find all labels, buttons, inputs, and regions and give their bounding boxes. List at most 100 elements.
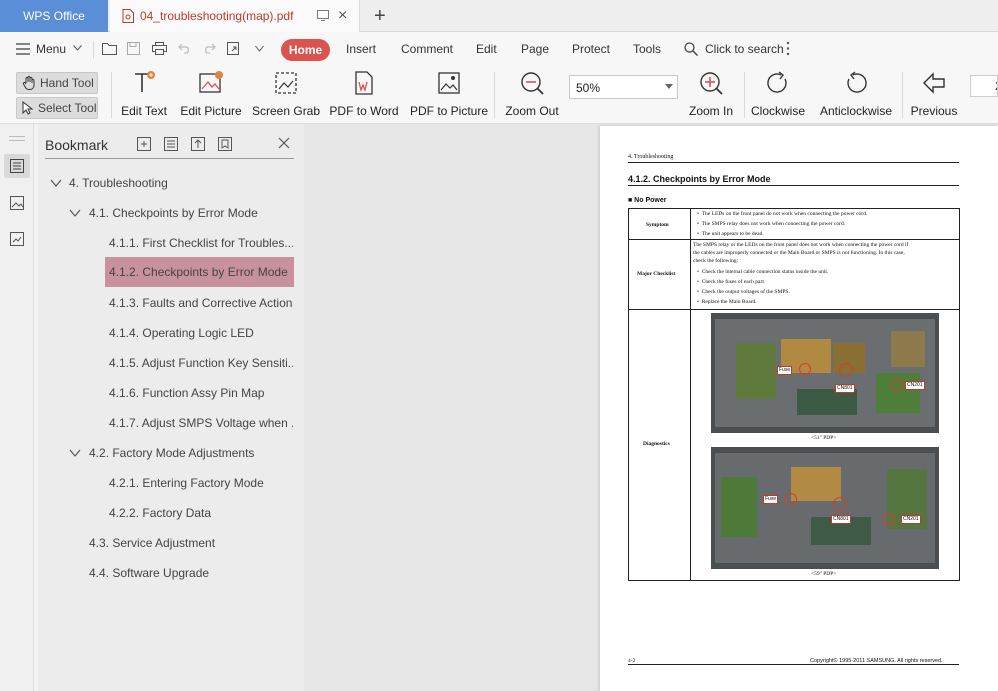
- bookmark-item[interactable]: 4.4. Software Upgrade: [89, 558, 294, 588]
- document-tab[interactable]: 04_troubleshooting(map).pdf ×: [110, 0, 360, 32]
- diagnostics-photo-51: Fuse CN801 CN201: [711, 313, 939, 433]
- document-tab-title: 04_troubleshooting(map).pdf: [140, 9, 294, 23]
- edit-text-icon: [135, 71, 155, 92]
- footer-rule: [628, 664, 959, 665]
- close-tab-icon[interactable]: ×: [338, 8, 347, 24]
- tab-protect[interactable]: Protect: [572, 42, 610, 56]
- edit-picture-label: Edit Picture: [180, 104, 242, 118]
- bookmark-item[interactable]: 4.1.5. Adjust Function Key Sensiti...: [109, 348, 293, 378]
- undo-icon[interactable]: [178, 43, 192, 54]
- new-tab-icon[interactable]: +: [374, 6, 386, 26]
- bookmark-item-selected[interactable]: 4.1.2. Checkpoints by Error Mode: [105, 257, 294, 287]
- checklist-item: • Check the output voltages of the SMPS.: [697, 289, 790, 295]
- menu-button[interactable]: Menu: [36, 42, 66, 56]
- bookmark-item[interactable]: 4.2.1. Entering Factory Mode: [109, 468, 293, 498]
- bookmark-item[interactable]: 4.1.1. First Checklist for Troubles...: [109, 228, 293, 258]
- collapse-bookmarks-icon[interactable]: [163, 136, 179, 152]
- bookmark-item[interactable]: 4.1. Checkpoints by Error Mode: [89, 198, 294, 228]
- document-viewport[interactable]: 4. Troubleshooting 4.1.2. Checkpoints by…: [304, 124, 998, 691]
- edit-text-label: Edit Text: [121, 104, 167, 118]
- open-folder-icon[interactable]: [102, 42, 117, 55]
- anticlockwise-label: Anticlockwise: [819, 104, 893, 118]
- screen-grab-button[interactable]: Screen Grab: [252, 68, 320, 122]
- zoom-in-button[interactable]: Zoom In: [685, 68, 737, 122]
- pdf-file-icon: [122, 9, 134, 23]
- collapse-chevron-icon[interactable]: [69, 207, 81, 219]
- bookmark-item[interactable]: 4.2. Factory Mode Adjustments: [89, 438, 294, 468]
- rotate-clockwise-button[interactable]: Clockwise: [750, 68, 806, 122]
- chevron-down-icon[interactable]: [73, 45, 82, 51]
- ribbon-toolbar: Hand Tool Select Tool Edit Text Edit Pic…: [0, 66, 998, 124]
- checklist-item: • Check the internal cable connection st…: [697, 269, 829, 275]
- quick-access-dropdown-icon[interactable]: [255, 45, 264, 52]
- search-icon[interactable]: [684, 42, 698, 56]
- edit-picture-button[interactable]: Edit Picture: [178, 68, 244, 122]
- export-pdf-icon[interactable]: [227, 42, 242, 56]
- search-box[interactable]: Click to search: [705, 42, 784, 56]
- photo-caption: <51" PDP>: [811, 435, 837, 441]
- tab-edit[interactable]: Edit: [476, 42, 497, 56]
- edit-text-button[interactable]: Edit Text: [118, 68, 170, 122]
- hand-tool-button[interactable]: Hand Tool: [16, 72, 98, 94]
- bookmark-item[interactable]: 4.3. Service Adjustment: [89, 528, 294, 558]
- bookmark-panel-toggle[interactable]: [4, 154, 30, 178]
- checklist-intro: the cables are improperly connected or t…: [693, 250, 905, 256]
- screen-grab-label: Screen Grab: [252, 104, 321, 118]
- page-number-input[interactable]: 2: [970, 75, 998, 97]
- window-restore-icon[interactable]: [317, 10, 329, 21]
- close-panel-icon[interactable]: [278, 137, 290, 149]
- collapse-chevron-icon[interactable]: [50, 177, 62, 189]
- print-icon[interactable]: [152, 42, 167, 55]
- select-tool-button[interactable]: Select Tool: [16, 97, 98, 119]
- more-options-icon[interactable]: [786, 41, 790, 56]
- divider: [902, 72, 903, 118]
- tab-home[interactable]: Home: [281, 39, 330, 61]
- rotate-anticlockwise-button[interactable]: Anticlockwise: [816, 68, 896, 122]
- bookmark-panel: Bookmark 4. Troubleshooting 4.1. Checkpo…: [38, 124, 304, 691]
- section-title: 4.1.2. Checkpoints by Error Mode: [628, 174, 771, 184]
- tab-tools[interactable]: Tools: [633, 42, 661, 56]
- chevron-down-icon[interactable]: [665, 84, 673, 89]
- bookmark-item[interactable]: 4.1.3. Faults and Corrective Actions: [109, 288, 293, 318]
- hamburger-menu-icon[interactable]: [16, 43, 30, 55]
- pdf-to-word-icon: [355, 71, 373, 95]
- callout-label: CN801: [835, 384, 855, 393]
- divider: [744, 72, 745, 118]
- divider: [111, 72, 112, 118]
- pdf-to-word-button[interactable]: PDF to Word: [327, 68, 401, 122]
- table-divider: [690, 209, 691, 580]
- left-side-bar: [0, 124, 34, 691]
- thumbnail-image-icon[interactable]: [10, 196, 24, 210]
- edit-picture-icon: [199, 71, 223, 93]
- tab-insert[interactable]: Insert: [346, 42, 376, 56]
- previous-label: Previous: [910, 104, 958, 118]
- checklist-item: • Check the fuses of each part.: [697, 279, 766, 285]
- bookmark-item[interactable]: 4.1.6. Function Assy Pin Map: [109, 378, 293, 408]
- tab-page[interactable]: Page: [521, 42, 549, 56]
- symptom-label: Symptom: [646, 222, 669, 228]
- tab-comment[interactable]: Comment: [401, 42, 453, 56]
- bookmark-item[interactable]: 4.1.7. Adjust SMPS Voltage when ...: [109, 408, 293, 438]
- bookmark-options-icon[interactable]: [217, 136, 233, 152]
- redo-icon[interactable]: [202, 43, 216, 54]
- bookmark-item[interactable]: 4. Troubleshooting: [69, 168, 294, 198]
- table-divider: [629, 309, 959, 310]
- expand-bookmarks-icon[interactable]: [190, 136, 206, 152]
- bookmark-item[interactable]: 4.2.2. Factory Data: [109, 498, 293, 528]
- zoom-out-button[interactable]: Zoom Out: [501, 68, 563, 122]
- hand-icon: [22, 76, 35, 90]
- circuit-board: [736, 343, 776, 399]
- pdf-to-picture-button[interactable]: PDF to Picture: [409, 68, 489, 122]
- callout-label: Fuse: [777, 366, 793, 375]
- bookmark-item[interactable]: 4.1.4. Operating Logic LED: [109, 318, 293, 348]
- collapse-chevron-icon[interactable]: [69, 447, 81, 459]
- callout-label: CN801: [831, 515, 851, 524]
- previous-page-button[interactable]: Previous: [906, 68, 962, 122]
- save-icon[interactable]: [127, 42, 140, 55]
- add-bookmark-icon[interactable]: [136, 136, 152, 152]
- zoom-level-value: 50%: [576, 81, 601, 95]
- annotation-icon[interactable]: [10, 232, 24, 246]
- zoom-out-label: Zoom Out: [505, 104, 559, 118]
- zoom-level-select[interactable]: 50%: [569, 75, 678, 99]
- app-tab[interactable]: WPS Office: [0, 0, 108, 32]
